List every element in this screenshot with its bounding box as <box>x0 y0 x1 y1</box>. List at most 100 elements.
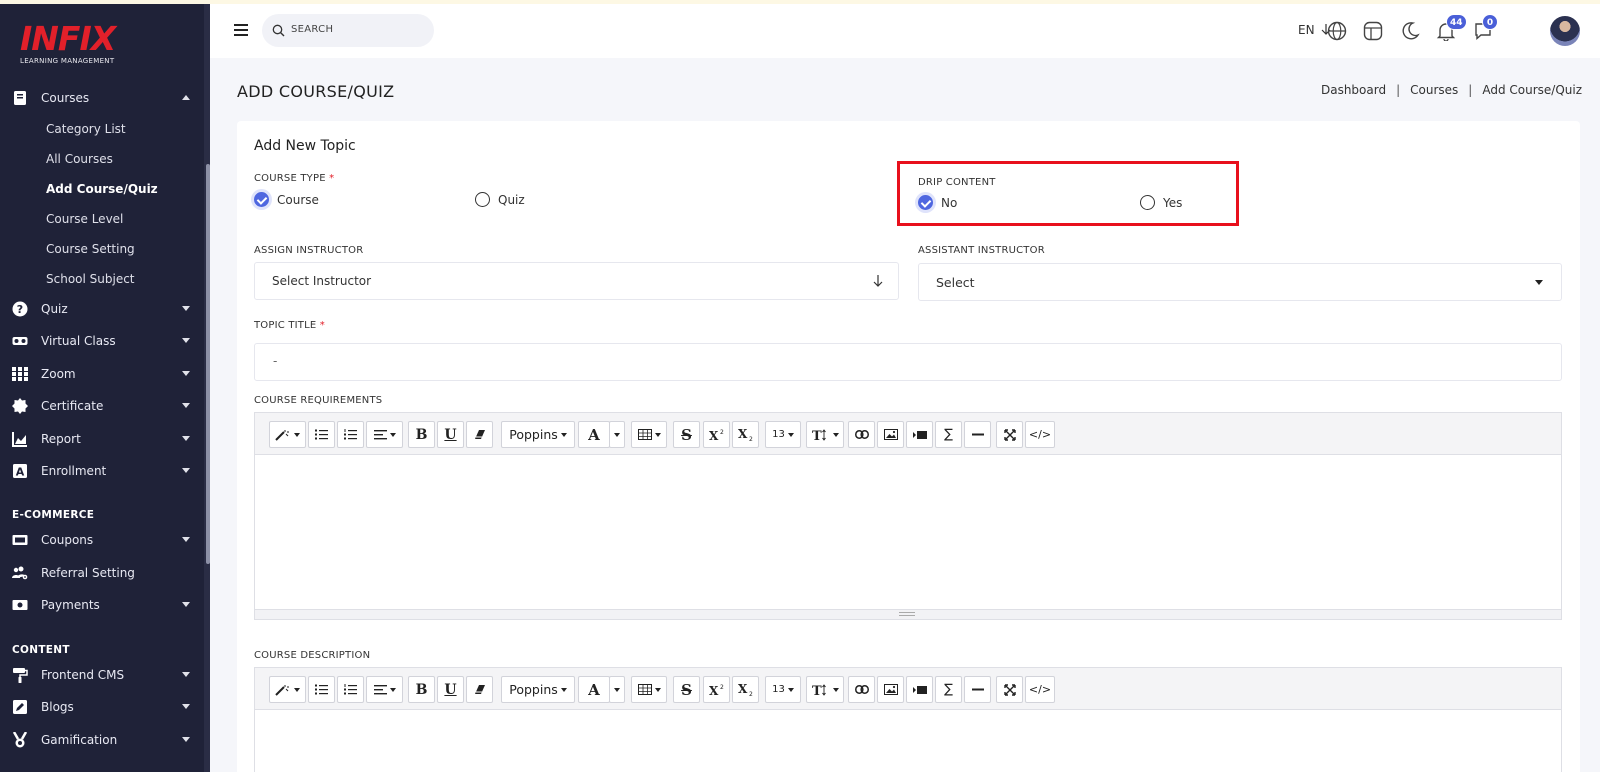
globe-icon[interactable] <box>1327 21 1347 41</box>
sidebar-item-enrollment[interactable]: A Enrollment <box>0 457 204 485</box>
math-formula-button[interactable]: ∑ <box>935 676 962 703</box>
code-view-button[interactable]: </> <box>1025 676 1055 703</box>
breadcrumb-courses[interactable]: Courses <box>1410 83 1458 97</box>
assign-instructor-select[interactable]: Select Instructor <box>254 262 899 300</box>
breadcrumb-dashboard[interactable]: Dashboard <box>1321 83 1386 97</box>
drip-content-yes-radio[interactable]: Yes <box>1140 195 1182 210</box>
clear-format-button[interactable] <box>466 676 493 703</box>
horizontal-rule-button[interactable] <box>964 421 991 448</box>
editor-resize-handle[interactable] <box>255 609 1561 619</box>
line-height-button[interactable]: T <box>806 421 844 448</box>
strikethrough-button[interactable]: S <box>673 421 700 448</box>
sidebar-subitem-add-course-quiz[interactable]: Add Course/Quiz <box>46 182 158 196</box>
user-avatar[interactable] <box>1550 16 1580 46</box>
drip-content-no-radio[interactable]: No <box>918 195 957 210</box>
magic-style-button[interactable] <box>269 421 306 448</box>
sidebar-item-zoom[interactable]: Zoom <box>0 360 204 388</box>
paragraph-align-button[interactable] <box>366 421 403 448</box>
strikethrough-button[interactable]: S <box>673 676 700 703</box>
course-requirements-textarea[interactable] <box>255 455 1561 609</box>
search-box[interactable]: SEARCH <box>262 14 434 47</box>
sidebar-item-payments[interactable]: Payments <box>0 591 204 619</box>
sidebar-item-label: Zoom <box>41 367 76 381</box>
unordered-list-button[interactable] <box>308 421 335 448</box>
paragraph-align-button[interactable] <box>366 676 403 703</box>
table-button[interactable] <box>631 676 667 703</box>
sigma-icon: ∑ <box>944 427 953 442</box>
breadcrumb-separator: | <box>1468 83 1473 97</box>
subscript-button[interactable]: X2 <box>732 421 759 448</box>
layout-icon[interactable] <box>1363 21 1383 41</box>
sidebar-item-frontend-cms[interactable]: Frontend CMS <box>0 661 204 689</box>
horizontal-rule-button[interactable] <box>964 676 991 703</box>
sidebar-item-coupons[interactable]: Coupons <box>0 526 204 554</box>
sidebar-item-label: Courses <box>41 91 90 105</box>
code-view-button[interactable]: </> <box>1025 421 1055 448</box>
course-type-course-radio[interactable]: Course <box>254 192 319 207</box>
code-icon: </> <box>1028 428 1052 441</box>
font-family-select[interactable]: Poppins <box>501 676 575 703</box>
fullscreen-button[interactable] <box>996 421 1023 448</box>
font-family-select[interactable]: Poppins <box>501 421 575 448</box>
font-size-select[interactable]: 13 <box>765 676 801 703</box>
topic-title-input[interactable]: - <box>254 343 1562 381</box>
sidebar-item-virtual-class[interactable]: Virtual Class <box>0 327 204 355</box>
superscript-button[interactable]: X2 <box>703 421 730 448</box>
menu-toggle-icon[interactable] <box>234 24 248 36</box>
underline-button[interactable]: U <box>437 421 464 448</box>
sidebar-scrollbar[interactable] <box>206 164 210 564</box>
table-button[interactable] <box>631 421 667 448</box>
underline-button[interactable]: U <box>437 676 464 703</box>
bold-button[interactable]: B <box>408 676 435 703</box>
course-description-textarea[interactable] <box>255 710 1561 772</box>
moon-icon[interactable] <box>1400 21 1420 41</box>
font-color-icon: A <box>588 425 600 444</box>
fullscreen-button[interactable] <box>996 676 1023 703</box>
insert-link-button[interactable] <box>848 676 875 703</box>
sidebar-subitem-course-setting[interactable]: Course Setting <box>46 242 135 256</box>
ordered-list-button[interactable] <box>337 421 364 448</box>
insert-image-button[interactable] <box>877 676 904 703</box>
svg-text:X: X <box>709 684 719 696</box>
ordered-list-button[interactable] <box>337 676 364 703</box>
sidebar-item-gamification[interactable]: Gamification <box>0 726 204 754</box>
insert-video-button[interactable] <box>906 676 933 703</box>
insert-image-button[interactable] <box>877 421 904 448</box>
sidebar-subitem-course-level[interactable]: Course Level <box>46 212 123 226</box>
sidebar-item-courses[interactable]: Courses <box>0 84 204 112</box>
insert-video-button[interactable] <box>906 421 933 448</box>
sidebar-item-report[interactable]: Report <box>0 425 204 453</box>
bold-button[interactable]: B <box>408 421 435 448</box>
sidebar-subitem-all-courses[interactable]: All Courses <box>46 152 113 166</box>
sidebar-item-certificate[interactable]: Certificate <box>0 392 204 420</box>
dropdown-caret-icon <box>654 432 661 437</box>
search-placeholder: SEARCH <box>291 24 334 35</box>
subscript-button[interactable]: X2 <box>732 676 759 703</box>
clear-format-button[interactable] <box>466 421 493 448</box>
unordered-list-button[interactable] <box>308 676 335 703</box>
superscript-button[interactable]: X2 <box>703 676 730 703</box>
sidebar-subitem-category-list[interactable]: Category List <box>46 122 126 136</box>
sidebar-item-blogs[interactable]: Blogs <box>0 693 204 721</box>
svg-text:T: T <box>812 684 822 696</box>
logo[interactable]: INFIX LEARNING MANAGEMENT <box>20 22 116 66</box>
dropdown-caret-icon <box>389 687 396 692</box>
font-color-dropdown[interactable] <box>609 676 625 703</box>
ticket-icon <box>12 535 28 545</box>
sidebar-subitem-school-subject[interactable]: School Subject <box>46 272 135 286</box>
font-color-dropdown[interactable] <box>609 421 625 448</box>
font-color-button[interactable]: A <box>578 676 610 703</box>
math-formula-button[interactable]: ∑ <box>935 421 962 448</box>
assistant-instructor-select[interactable]: Select <box>918 263 1562 301</box>
font-size-select[interactable]: 13 <box>765 421 801 448</box>
font-color-button[interactable]: A <box>578 421 610 448</box>
course-type-quiz-radio[interactable]: Quiz <box>475 192 525 207</box>
dropdown-caret-icon <box>832 432 839 437</box>
sidebar-item-referral-setting[interactable]: Referral Setting <box>0 559 204 587</box>
insert-link-button[interactable] <box>848 421 875 448</box>
breadcrumb-current[interactable]: Add Course/Quiz <box>1482 83 1582 97</box>
line-height-button[interactable]: T <box>806 676 844 703</box>
magic-style-button[interactable] <box>269 676 306 703</box>
sidebar-item-quiz[interactable]: ? Quiz <box>0 295 204 323</box>
bullet-list-icon <box>315 429 328 440</box>
